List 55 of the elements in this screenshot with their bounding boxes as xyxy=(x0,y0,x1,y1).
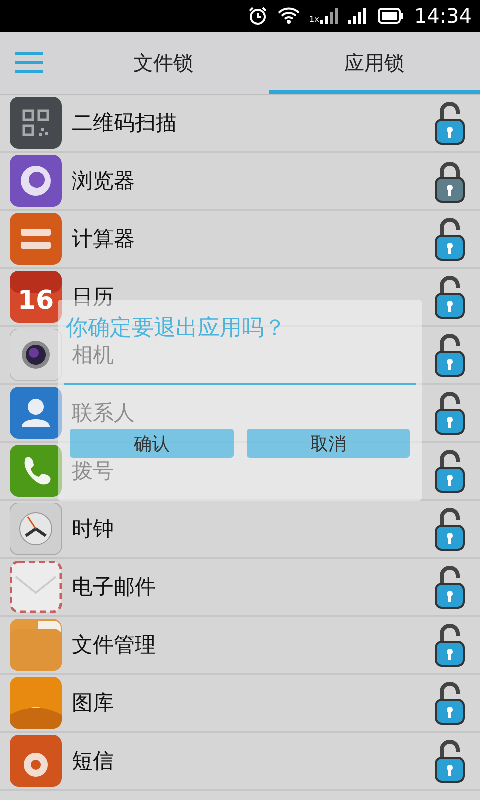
calendar-day: 16 xyxy=(18,286,54,316)
app-name: 浏览器 xyxy=(72,168,135,195)
app-icon xyxy=(10,735,62,787)
padlock-button[interactable] xyxy=(434,100,466,146)
dialog-button[interactable]: 确认 xyxy=(70,429,234,458)
app-icon xyxy=(10,387,62,439)
open-padlock-icon xyxy=(434,274,466,320)
app-name: 拨号 xyxy=(72,458,114,485)
alarm-icon xyxy=(248,6,268,26)
app-name: 电子邮件 xyxy=(72,574,156,601)
padlock-button[interactable] xyxy=(434,448,466,494)
open-padlock-icon xyxy=(434,622,466,668)
battery-icon xyxy=(378,8,404,24)
open-padlock-icon xyxy=(434,100,466,146)
app-name: 二维码扫描 xyxy=(72,110,177,137)
tab[interactable]: 文件锁 xyxy=(58,32,269,94)
clock-time: 14:34 xyxy=(414,4,472,28)
wifi-icon xyxy=(278,7,300,25)
network-type-label: 1x xyxy=(310,16,320,24)
open-padlock-icon xyxy=(434,332,466,378)
padlock-button[interactable] xyxy=(434,506,466,552)
padlock-button[interactable] xyxy=(434,332,466,378)
open-padlock-icon xyxy=(434,448,466,494)
padlock-button[interactable] xyxy=(434,216,466,262)
app-name: 相机 xyxy=(72,342,114,369)
menu-icon xyxy=(14,52,44,74)
padlock-button[interactable] xyxy=(434,390,466,436)
app-icon xyxy=(10,97,62,149)
app-name: 时钟 xyxy=(72,516,114,543)
app-name: 日历 xyxy=(72,284,114,311)
app-icon xyxy=(10,213,62,265)
app-icon xyxy=(10,619,62,671)
padlock-button[interactable] xyxy=(434,680,466,726)
app-icon xyxy=(10,155,62,207)
open-padlock-icon xyxy=(434,680,466,726)
open-padlock-icon xyxy=(434,564,466,610)
dialog-button[interactable]: 取消 xyxy=(246,429,410,458)
app-icon xyxy=(10,677,62,729)
app-name: 计算器 xyxy=(72,226,135,253)
padlock-button[interactable] xyxy=(434,564,466,610)
open-padlock-icon xyxy=(434,216,466,262)
padlock-button[interactable] xyxy=(434,274,466,320)
app-name: 短信 xyxy=(72,748,114,775)
app-name: 图库 xyxy=(72,690,114,717)
signal-icon xyxy=(348,8,368,24)
dialog-title: 你确定要退出应用吗？ xyxy=(65,315,287,343)
open-padlock-icon xyxy=(434,506,466,552)
open-padlock-icon xyxy=(434,738,466,784)
padlock-button[interactable] xyxy=(434,738,466,784)
signal-icon xyxy=(320,8,338,24)
app-name: 联系人 xyxy=(72,400,135,427)
open-padlock-icon xyxy=(434,390,466,436)
app-name: 文件管理 xyxy=(72,632,156,659)
padlock-button[interactable] xyxy=(434,622,466,668)
app-icon xyxy=(10,445,62,497)
